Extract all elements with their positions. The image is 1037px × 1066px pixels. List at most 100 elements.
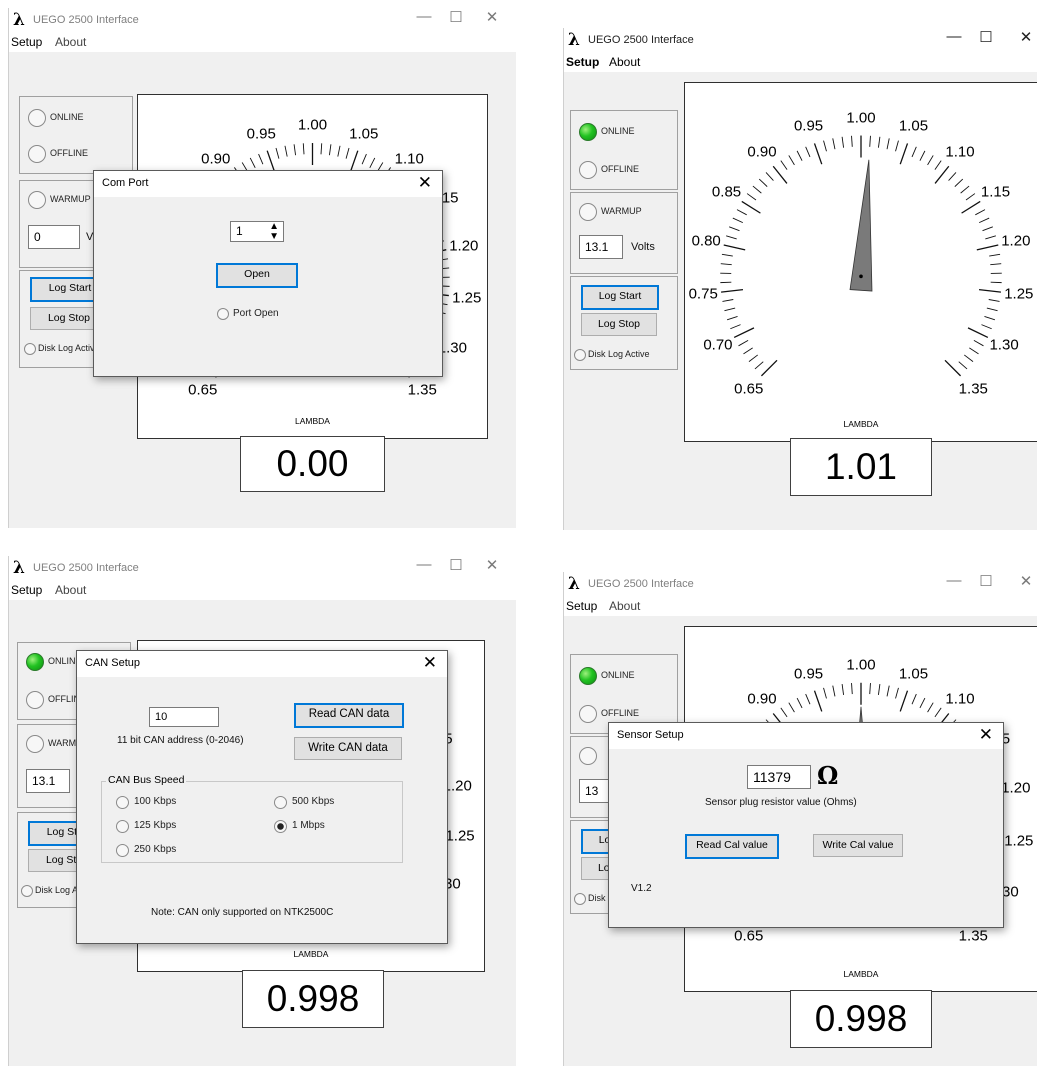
gauge-minor-tick [934, 160, 942, 170]
dialog-close-button[interactable]: ✕ [979, 725, 993, 745]
menu-setup[interactable]: Setup [566, 599, 597, 613]
gauge-minor-tick [963, 354, 974, 362]
gauge-minor-tick [788, 155, 795, 166]
gauge-minor-tick [886, 138, 890, 150]
gauge-label: 0.95 [246, 125, 276, 143]
menu-about[interactable]: About [609, 55, 640, 69]
speed-125k-label: 125 Kbps [134, 820, 177, 831]
gauge-minor-tick [758, 178, 768, 187]
dialog-title-bar: Com Port ✕ [94, 171, 442, 197]
spinner-arrows-icon[interactable]: ▲ ▼ [269, 222, 279, 242]
gauge-major-tick [899, 690, 909, 712]
app-window-com-port: λ UEGO 2500 Interface — ☐ ✕ Setup About … [8, 8, 516, 528]
gauge-caption: LAMBDA [843, 419, 879, 429]
gauge-major-tick [723, 244, 746, 251]
window-title: UEGO 2500 Interface [588, 578, 694, 590]
log-stop-button[interactable]: Log Stop [581, 313, 657, 336]
gauge-minor-tick [841, 136, 845, 148]
gauge-label: 1.05 [898, 665, 929, 683]
voltage-display: 0 [28, 225, 80, 249]
menu-about[interactable]: About [55, 35, 86, 49]
gauge-major-tick [741, 200, 761, 214]
maximize-button[interactable]: ☐ [976, 572, 996, 590]
online-indicator [26, 653, 44, 671]
gauge-major-tick [976, 244, 999, 251]
gauge-label: 0.70 [703, 336, 733, 354]
gauge-major-tick [733, 327, 755, 338]
gauge-minor-tick [895, 687, 899, 699]
gauge-label: 1.05 [898, 117, 929, 135]
open-port-button[interactable]: Open [216, 263, 298, 288]
maximize-button[interactable]: ☐ [446, 556, 466, 574]
write-can-data-button[interactable]: Write CAN data [294, 737, 402, 760]
port-open-label: Port Open [233, 308, 279, 319]
dialog-title: CAN Setup [85, 657, 141, 669]
minimize-button[interactable]: — [414, 556, 434, 573]
gauge-minor-tick [337, 145, 341, 157]
can-bus-speed-group: CAN Bus Speed 100 Kbps 125 Kbps 250 Kbps… [101, 774, 403, 863]
gauge-minor-tick [823, 687, 827, 699]
speed-100k-label: 100 Kbps [134, 796, 177, 807]
speed-250k-label: 250 Kbps [134, 844, 177, 855]
read-can-data-button[interactable]: Read CAN data [294, 703, 404, 728]
gauge-minor-tick [730, 324, 741, 330]
disk-log-indicator [574, 893, 586, 905]
menu-about[interactable]: About [55, 583, 86, 597]
speed-1m-radio[interactable] [274, 820, 287, 833]
version-label: V1.2 [631, 883, 652, 894]
menu-setup[interactable]: Setup [11, 583, 42, 597]
dialog-title: Sensor Setup [617, 729, 684, 741]
gauge-minor-tick [320, 143, 323, 155]
gauge-minor-tick [841, 683, 845, 695]
menu-bar: Setup About [9, 580, 516, 600]
close-button[interactable]: ✕ [482, 8, 502, 26]
gauge-minor-tick [754, 361, 764, 370]
maximize-button[interactable]: ☐ [446, 8, 466, 26]
dialog-title: Com Port [102, 177, 149, 189]
gauge-minor-tick [724, 307, 736, 312]
gauge-major-tick [721, 288, 744, 293]
gauge-minor-tick [988, 299, 1000, 302]
close-button[interactable]: ✕ [1016, 572, 1036, 590]
minimize-button[interactable]: — [414, 8, 434, 25]
minimize-button[interactable]: — [944, 28, 964, 45]
com-port-spinner[interactable]: 1 ▲ ▼ [230, 221, 284, 242]
dialog-close-button[interactable]: ✕ [418, 173, 432, 193]
lambda-app-icon: λ [13, 558, 25, 578]
gauge-minor-tick [805, 146, 811, 158]
menu-bar: Setup About [564, 52, 1037, 72]
gauge-minor-tick [752, 185, 762, 194]
gauge-minor-tick [919, 697, 926, 709]
speed-125k-radio[interactable] [116, 820, 129, 833]
gauge-minor-tick [877, 136, 881, 148]
dialog-close-button[interactable]: ✕ [423, 653, 437, 673]
gauge-label: 0.75 [688, 285, 718, 303]
warmup-indicator [28, 191, 46, 209]
gauge-major-tick [899, 143, 909, 165]
menu-setup[interactable]: Setup [566, 55, 599, 69]
title-bar: λ UEGO 2500 Interface — ☐ ✕ [564, 572, 1037, 596]
resistor-value-input[interactable]: 11379 [747, 765, 811, 789]
speed-100k-radio[interactable] [116, 796, 129, 809]
app-window-can-setup: λ UEGO 2500 Interface — ☐ ✕ Setup About … [8, 556, 516, 1066]
gauge-major-tick [813, 143, 823, 165]
maximize-button[interactable]: ☐ [976, 28, 996, 46]
can-address-input[interactable]: 10 [149, 707, 219, 727]
offline-label: OFFLINE [50, 148, 89, 158]
gauge-minor-tick [369, 157, 376, 168]
menu-about[interactable]: About [609, 599, 640, 613]
minimize-button[interactable]: — [944, 572, 964, 589]
log-start-button[interactable]: Log Start [581, 285, 659, 310]
read-cal-value-button[interactable]: Read Cal value [685, 834, 779, 859]
speed-1m-label: 1 Mbps [292, 820, 325, 831]
close-button[interactable]: ✕ [482, 556, 502, 574]
close-button[interactable]: ✕ [1016, 28, 1036, 46]
menu-setup[interactable]: Setup [11, 35, 42, 49]
lambda-gauge: 0.65 0.70 0.75 0.80 0.85 0.90 0.95 1.00 1.05 1.10… [684, 82, 1037, 442]
gauge-minor-tick [851, 683, 853, 695]
speed-250k-radio[interactable] [116, 844, 129, 857]
write-cal-value-button[interactable]: Write Cal value [813, 834, 903, 857]
speed-500k-radio[interactable] [274, 796, 287, 809]
lambda-app-icon: λ [568, 30, 580, 50]
gauge-minor-tick [981, 324, 992, 330]
